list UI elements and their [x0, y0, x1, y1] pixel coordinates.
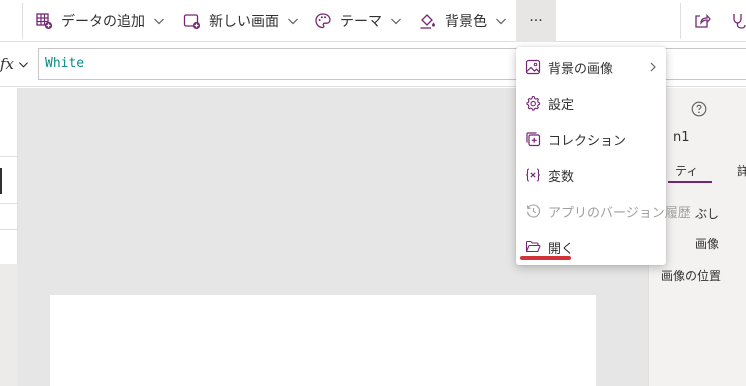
chevron-right-icon: [648, 62, 658, 72]
stethoscope-icon[interactable]: [732, 12, 746, 30]
formula-value: White: [45, 56, 85, 71]
property-dropdown[interactable]: fx: [0, 55, 29, 73]
tree-view-footer: [0, 264, 18, 386]
app-screen-canvas[interactable]: [50, 295, 596, 386]
panel-divider: [0, 156, 18, 157]
fx-label: fx: [0, 55, 15, 73]
toolbar-divider: [22, 3, 23, 39]
new-screen-button[interactable]: 新しい画面: [183, 0, 299, 42]
menu-item-label: 変数: [548, 169, 575, 185]
tree-view-panel: [0, 88, 18, 386]
tab-advanced[interactable]: 詳: [737, 162, 746, 179]
fill-property-label: ぶし: [695, 207, 720, 221]
panel-divider: [0, 203, 18, 204]
tab-properties[interactable]: ティ: [675, 162, 698, 179]
highlight-underline: [520, 256, 571, 260]
new-screen-label: 新しい画面: [209, 14, 279, 30]
image-position-property-label: 画像の位置: [661, 269, 722, 283]
chevron-down-icon: [495, 15, 507, 27]
chevron-down-icon: [390, 15, 402, 27]
menu-item-label: 背景の画像: [548, 61, 614, 77]
menu-item-version-history: アプリのバージョン履歴: [516, 193, 691, 229]
chevron-down-icon: [153, 15, 165, 27]
background-color-button[interactable]: 背景色: [419, 0, 507, 42]
collection-icon: [525, 131, 541, 147]
screen-name: n1: [673, 130, 690, 145]
palette-icon: [314, 12, 332, 30]
chevron-down-icon: [18, 59, 29, 70]
more-commands-menu: 背景の画像 設定 コレクション 変数 アプリのバージョン履歴 開く: [516, 47, 691, 265]
background-color-label: 背景色: [445, 14, 487, 30]
history-icon: [525, 203, 541, 219]
gear-icon: [525, 95, 541, 111]
panel-divider: [0, 229, 18, 230]
help-icon[interactable]: [691, 101, 707, 117]
menu-item-variables[interactable]: 変数: [516, 157, 666, 193]
toolbar-divider: [680, 3, 681, 39]
folder-open-icon: [525, 239, 541, 255]
command-bar: データの追加 新しい画面 テーマ 背景色 ···: [0, 0, 746, 42]
add-data-label: データの追加: [61, 14, 145, 30]
chevron-down-icon: [287, 15, 299, 27]
add-data-button[interactable]: データの追加: [35, 0, 165, 42]
menu-item-collections[interactable]: コレクション: [516, 121, 666, 157]
menu-item-label: 開く: [548, 241, 575, 257]
theme-button[interactable]: テーマ: [314, 0, 402, 42]
paint-bucket-icon: [419, 12, 437, 30]
menu-item-label: 設定: [548, 97, 575, 113]
menu-item-settings[interactable]: 設定: [516, 85, 666, 121]
scroll-indicator: [0, 168, 2, 194]
menu-item-label: アプリのバージョン履歴: [548, 205, 691, 221]
background-image-property-label: 画像: [695, 237, 720, 251]
active-tab-indicator: [668, 181, 712, 183]
new-screen-icon: [183, 12, 201, 30]
more-commands-button[interactable]: ···: [516, 0, 556, 42]
theme-label: テーマ: [340, 14, 382, 30]
variable-icon: [525, 167, 541, 183]
menu-item-background-image[interactable]: 背景の画像: [516, 49, 666, 85]
image-icon: [525, 59, 541, 75]
menu-item-label: コレクション: [548, 133, 627, 149]
table-add-icon: [35, 12, 53, 30]
share-icon[interactable]: [693, 12, 711, 30]
